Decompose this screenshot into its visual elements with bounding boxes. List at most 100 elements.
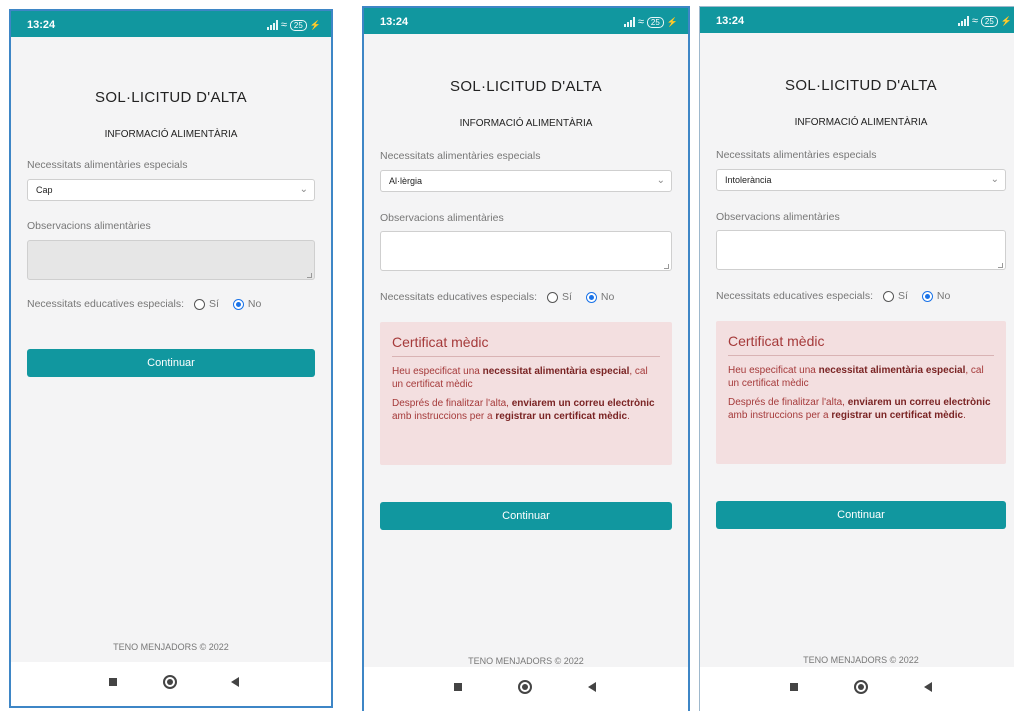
diet-select[interactable]: Cap ⌄ (27, 179, 315, 201)
wifi-icon: ≈ (971, 15, 978, 27)
chevron-down-icon: ⌄ (299, 184, 308, 195)
back-icon[interactable] (924, 682, 932, 692)
phone-screen-1: 13:24 ≈ 25 ⚡ SOL·LICITUD D'ALTA INFORMAC… (9, 9, 333, 708)
radio-no-label: No (600, 291, 615, 303)
phone-screen-3: 13:24 ≈ 25 ⚡ SOL·LICITUD D'ALTA INFORMAC… (699, 6, 1014, 711)
resize-grip-icon (664, 264, 669, 269)
radio-yes-label: Sí (209, 298, 219, 310)
certificate-alert: Certificat mèdic Heu especificat una nec… (716, 321, 1006, 464)
educational-label: Necessitats educatives especials: (380, 291, 537, 303)
radio-no-label: No (936, 290, 951, 302)
radio-no[interactable] (585, 291, 597, 303)
page-title: SOL·LICITUD D'ALTA (785, 77, 937, 94)
diet-label: Necessitats alimentàries especials (380, 150, 541, 162)
recent-apps-icon[interactable] (454, 683, 462, 691)
chevron-down-icon: ⌄ (990, 174, 999, 185)
battery-icon: 25 (289, 19, 307, 31)
continue-button[interactable]: Continuar (380, 502, 672, 530)
diet-label: Necessitats alimentàries especials (716, 149, 877, 161)
educational-needs-row: Necessitats educatives especials: Sí No (380, 291, 614, 303)
android-nav-bar (364, 667, 688, 711)
diet-select-value: Intolerància (725, 175, 772, 185)
signal-icon (266, 20, 278, 30)
alert-title: Certificat mèdic (392, 334, 489, 350)
diet-select[interactable]: Intolerància ⌄ (716, 169, 1006, 191)
alert-message-1: Heu especificat una necessitat alimentàr… (392, 366, 648, 390)
recent-apps-icon[interactable] (109, 678, 117, 686)
alert-message-2: Després de finalitzar l'alta, enviarem u… (392, 398, 655, 422)
educational-needs-row: Necessitats educatives especials: Sí No (27, 298, 261, 310)
radio-yes[interactable] (883, 290, 894, 302)
observations-label: Observacions alimentàries (380, 212, 504, 224)
educational-label: Necessitats educatives especials: (716, 290, 873, 302)
phone-screen-2: 13:24 ≈ 25 ⚡ SOL·LICITUD D'ALTA INFORMAC… (362, 6, 690, 711)
educational-needs-row: Necessitats educatives especials: Sí No (716, 290, 950, 302)
android-nav-bar (700, 667, 1014, 711)
footer-text: TENO MENJADORS © 2022 (468, 656, 584, 666)
observations-textarea[interactable] (716, 230, 1006, 270)
radio-yes[interactable] (194, 298, 205, 310)
observations-textarea[interactable] (27, 240, 315, 280)
status-bar: 13:24 ≈ 25 ⚡ (11, 11, 331, 37)
status-time: 13:24 (27, 19, 56, 31)
battery-level: 25 (650, 17, 660, 27)
diet-label: Necessitats alimentàries especials (27, 159, 188, 171)
battery-level: 25 (293, 20, 303, 30)
observations-label: Observacions alimentàries (716, 211, 840, 223)
observations-textarea[interactable] (380, 231, 672, 271)
wifi-icon: ≈ (280, 19, 287, 31)
footer-text: TENO MENJADORS © 2022 (113, 642, 229, 652)
status-bar: 13:24 ≈ 25 ⚡ (364, 8, 688, 34)
educational-label: Necessitats educatives especials: (27, 298, 184, 310)
radio-yes[interactable] (547, 291, 558, 303)
radio-no[interactable] (921, 290, 933, 302)
charging-icon: ⚡ (1000, 15, 1012, 26)
radio-yes-label: Sí (898, 290, 908, 302)
charging-icon: ⚡ (309, 19, 321, 30)
footer-text: TENO MENJADORS © 2022 (803, 655, 919, 665)
alert-divider (728, 355, 994, 356)
alert-message-2: Després de finalitzar l'alta, enviarem u… (728, 397, 991, 421)
diet-select[interactable]: Al·lèrgia ⌄ (380, 170, 672, 192)
chevron-down-icon: ⌄ (656, 175, 665, 186)
android-nav-bar (11, 662, 331, 706)
radio-no[interactable] (232, 298, 244, 310)
page-subtitle: INFORMACIÓ ALIMENTÀRIA (794, 117, 928, 128)
back-icon[interactable] (231, 677, 239, 687)
page-subtitle: INFORMACIÓ ALIMENTÀRIA (104, 129, 238, 140)
signal-icon (957, 16, 969, 26)
diet-select-value: Cap (36, 185, 53, 195)
radio-no-label: No (247, 298, 262, 310)
alert-divider (392, 356, 660, 357)
alert-title: Certificat mèdic (728, 333, 825, 349)
page-title: SOL·LICITUD D'ALTA (450, 78, 602, 95)
status-icons: ≈ 25 ⚡ (957, 15, 1012, 27)
continue-button[interactable]: Continuar (27, 349, 315, 377)
diet-select-value: Al·lèrgia (389, 176, 423, 186)
home-icon[interactable] (518, 680, 532, 694)
certificate-alert: Certificat mèdic Heu especificat una nec… (380, 322, 672, 465)
wifi-icon: ≈ (637, 16, 644, 28)
home-icon[interactable] (163, 675, 177, 689)
continue-button[interactable]: Continuar (716, 501, 1006, 529)
status-icons: ≈ 25 ⚡ (623, 16, 678, 28)
back-icon[interactable] (588, 682, 596, 692)
charging-icon: ⚡ (666, 16, 678, 27)
status-icons: ≈ 25 ⚡ (266, 19, 321, 31)
resize-grip-icon (307, 273, 312, 278)
signal-icon (623, 17, 635, 27)
resize-grip-icon (998, 263, 1003, 268)
status-time: 13:24 (380, 16, 409, 28)
alert-message-1: Heu especificat una necessitat alimentàr… (728, 365, 984, 389)
status-time: 13:24 (716, 15, 745, 27)
battery-level: 25 (984, 16, 994, 26)
observations-label: Observacions alimentàries (27, 220, 151, 232)
radio-yes-label: Sí (562, 291, 572, 303)
page-title: SOL·LICITUD D'ALTA (95, 89, 247, 106)
battery-icon: 25 (646, 16, 664, 28)
battery-icon: 25 (980, 15, 998, 27)
home-icon[interactable] (854, 680, 868, 694)
recent-apps-icon[interactable] (790, 683, 798, 691)
page-subtitle: INFORMACIÓ ALIMENTÀRIA (459, 118, 593, 129)
status-bar: 13:24 ≈ 25 ⚡ (700, 7, 1014, 33)
